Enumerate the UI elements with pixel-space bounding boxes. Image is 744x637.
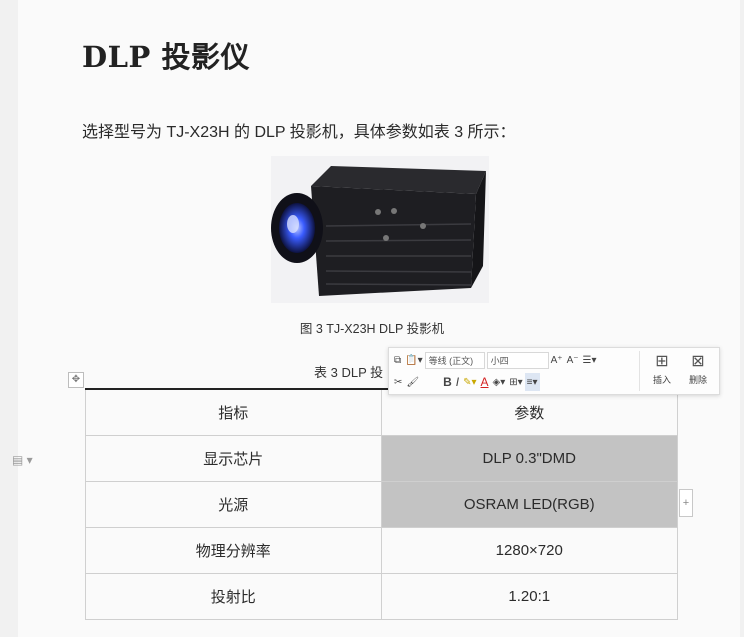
body-paragraph: 选择型号为 TJ-X23H 的 DLP 投影机，具体参数如表 3 所示： xyxy=(82,124,516,141)
line-spacing-icon[interactable]: ☰▾ xyxy=(581,351,599,369)
table-row: 投射比 1.20:1 xyxy=(85,574,678,620)
add-row-button[interactable]: + xyxy=(679,489,693,517)
projector-image[interactable] xyxy=(271,156,489,303)
paragraph-marker-icon[interactable]: ▤ ▾ xyxy=(12,453,33,467)
paste-icon[interactable]: 📋▾ xyxy=(403,351,424,369)
font-color-button[interactable]: A xyxy=(479,373,491,391)
align-center-icon[interactable]: ≡▾ xyxy=(524,373,540,391)
table-caption: 表 3 DLP 投 xyxy=(314,365,384,380)
copy-format-icon[interactable]: ⧉ xyxy=(392,351,403,369)
font-name-select[interactable]: 等线 (正文) xyxy=(424,351,485,369)
format-painter-icon[interactable]: 🖌 xyxy=(404,373,421,391)
highlight-icon[interactable]: ✎▾ xyxy=(461,373,478,391)
grow-font-icon[interactable]: A⁺ xyxy=(549,351,565,369)
toolbar-divider xyxy=(639,351,640,391)
table-row: 显示芯片 DLP 0.3"DMD xyxy=(85,436,678,482)
table-header-cell[interactable]: 参数 xyxy=(382,390,678,435)
table-cell[interactable]: 显示芯片 xyxy=(85,436,382,481)
italic-button[interactable]: I xyxy=(454,373,461,391)
table-cell-selected[interactable]: OSRAM LED(RGB) xyxy=(381,482,678,527)
insert-label: 插入 xyxy=(652,375,671,385)
table-cell[interactable]: 1.20:1 xyxy=(382,574,678,619)
table-cell[interactable]: 1280×720 xyxy=(382,528,678,573)
table-cell[interactable]: 投射比 xyxy=(85,574,382,619)
shrink-font-icon[interactable]: A⁻ xyxy=(565,351,581,369)
font-size-select[interactable]: 小四 xyxy=(486,351,549,369)
delete-label: 删除 xyxy=(688,375,707,385)
delete-table-icon: ⊠ xyxy=(691,353,705,370)
parameter-table: 指标 参数 显示芯片 DLP 0.3"DMD 光源 OSRAM LED(RGB)… xyxy=(85,388,678,620)
table-header-row: 指标 参数 xyxy=(85,390,678,436)
shading-icon[interactable]: ◈▾ xyxy=(491,373,508,391)
document-heading: DLP 投影仪 xyxy=(82,40,250,74)
bold-button[interactable]: B xyxy=(441,373,454,391)
insert-table-icon: ⊞ xyxy=(655,353,669,370)
table-cell[interactable]: 光源 xyxy=(85,482,382,527)
delete-button[interactable]: ⊠ 删除 xyxy=(681,351,715,391)
table-row: 物理分辨率 1280×720 xyxy=(85,528,678,574)
table-row: 光源 OSRAM LED(RGB) xyxy=(85,482,678,528)
toolbar-row-top: ⧉ 📋▾ 等线 (正文) 小四 A⁺ A⁻ ☰▾ xyxy=(392,350,599,370)
projector-illustration xyxy=(271,156,489,303)
floating-format-toolbar: ⧉ 📋▾ 等线 (正文) 小四 A⁺ A⁻ ☰▾ ✂ 🖌 B I ✎▾ A ◈▾… xyxy=(388,347,720,395)
table-move-handle-icon[interactable]: ✥ xyxy=(68,372,84,388)
figure-caption: 图 3 TJ-X23H DLP 投影机 xyxy=(299,322,445,336)
borders-icon[interactable]: ⊞▾ xyxy=(507,373,524,391)
table-cell-selected[interactable]: DLP 0.3"DMD xyxy=(381,436,678,481)
table-header-cell[interactable]: 指标 xyxy=(85,390,382,435)
cut-icon[interactable]: ✂ xyxy=(392,373,404,391)
toolbar-row-bottom: ✂ 🖌 B I ✎▾ A ◈▾ ⊞▾ ≡▾ xyxy=(392,372,540,392)
table-cell[interactable]: 物理分辨率 xyxy=(85,528,382,573)
insert-button[interactable]: ⊞ 插入 xyxy=(645,351,679,391)
